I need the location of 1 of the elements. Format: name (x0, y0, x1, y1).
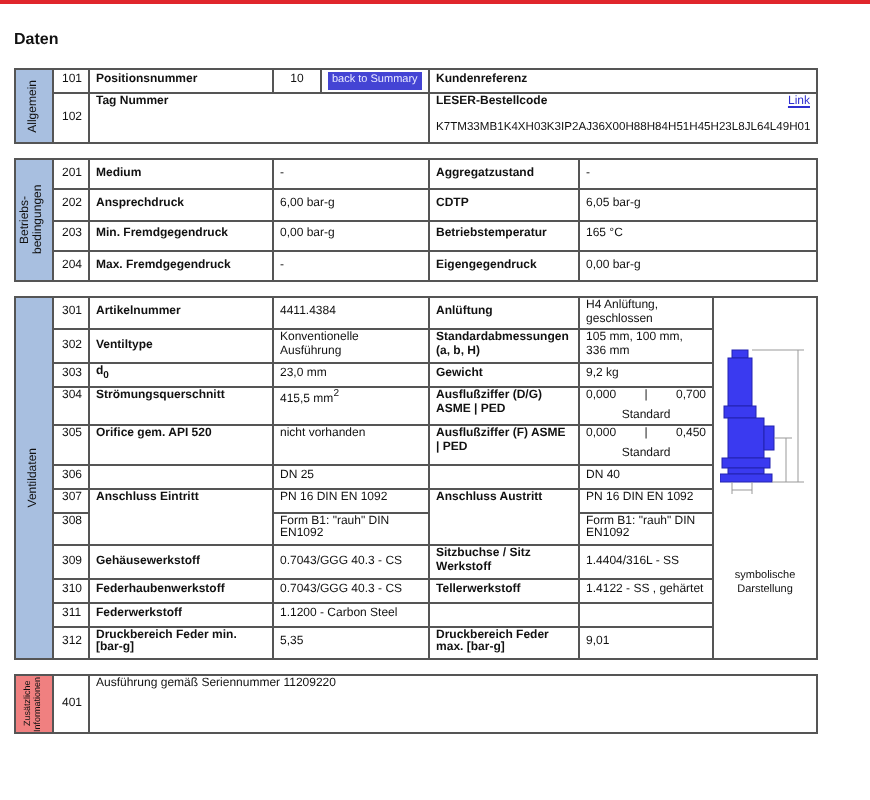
section-heading: Daten (14, 30, 61, 48)
